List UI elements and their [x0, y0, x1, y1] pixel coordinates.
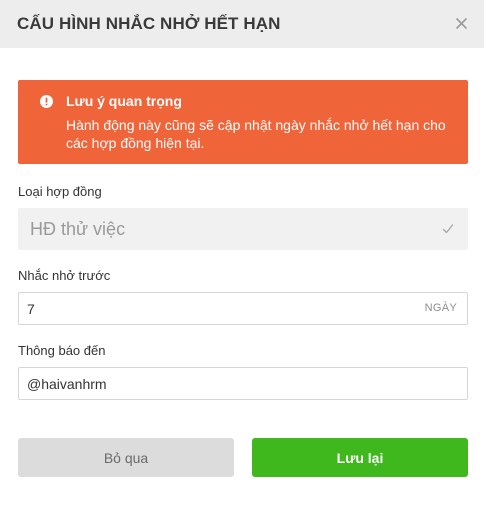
close-icon[interactable] [450, 12, 472, 34]
unit-label: NGÀY [424, 302, 457, 314]
remind-before-field[interactable]: NGÀY [18, 292, 468, 325]
contract-type-label: Loại hợp đồng [18, 184, 102, 199]
exclamation-circle-icon [40, 95, 53, 108]
modal-title: CẤU HÌNH NHẮC NHỞ HẾT HẠN [17, 14, 281, 33]
alert-title: Lưu ý quan trọng [66, 93, 182, 109]
notify-to-field[interactable] [18, 367, 468, 400]
remind-before-label: Nhắc nhở trước [18, 268, 111, 283]
remind-before-input[interactable] [27, 300, 407, 317]
contract-type-select[interactable]: HĐ thử việc [18, 208, 468, 250]
cancel-button[interactable]: Bỏ qua [18, 438, 234, 477]
save-button[interactable]: Lưu lại [252, 438, 468, 477]
alert-box: Lưu ý quan trọng Hành động này cũng sẽ c… [18, 80, 468, 164]
alert-message: Hành động này cũng sẽ cập nhật ngày nhắc… [66, 117, 446, 151]
notify-to-label: Thông báo đến [18, 343, 106, 358]
modal-header: CẤU HÌNH NHẮC NHỞ HẾT HẠN [0, 0, 484, 48]
contract-type-value: HĐ thử việc [30, 218, 126, 239]
notify-to-input[interactable] [27, 375, 407, 392]
check-icon [442, 222, 454, 240]
